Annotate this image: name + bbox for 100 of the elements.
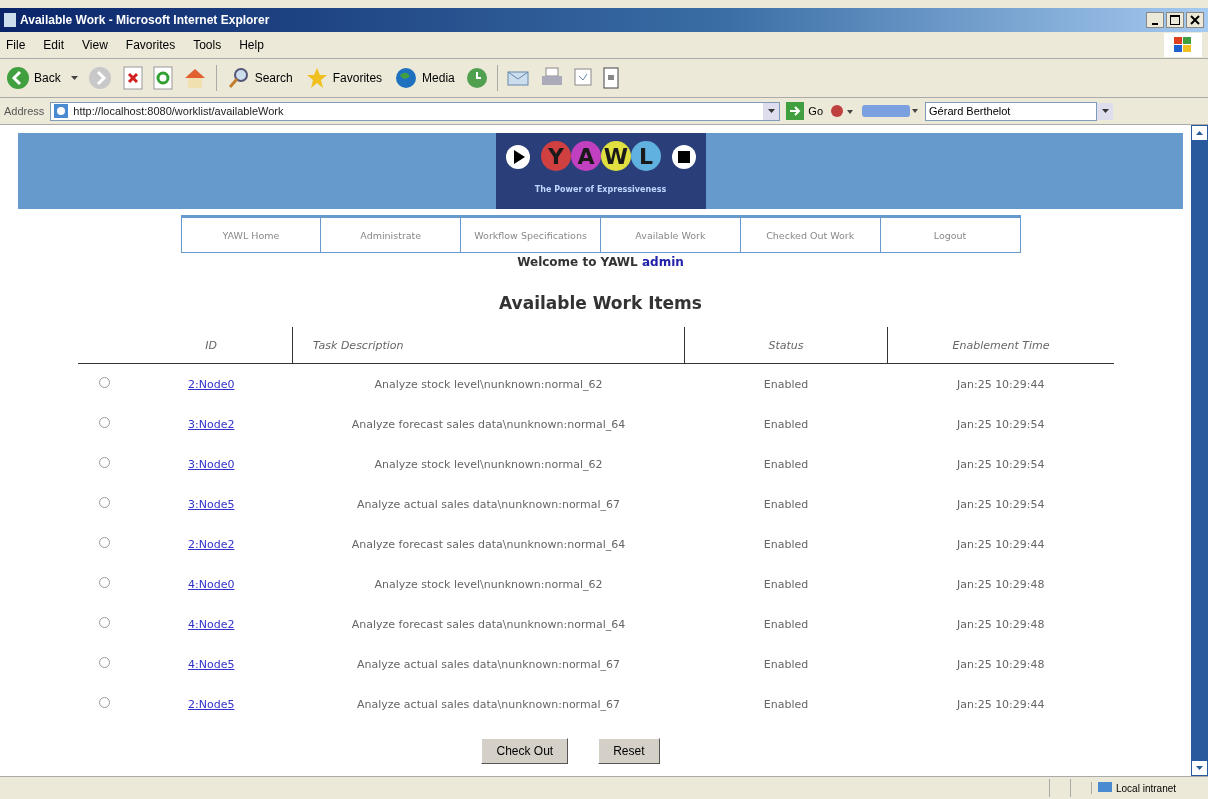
caret-icon	[767, 109, 775, 113]
table-cell: Jan:25 10:29:48	[956, 657, 1045, 671]
media-button[interactable]: Media	[392, 66, 457, 90]
scrollbar[interactable]	[1191, 125, 1208, 776]
table-cell: Jan:25 10:29:44	[956, 537, 1045, 551]
favorites-button[interactable]: Favorites	[302, 66, 385, 90]
nav-tab[interactable]: Logout	[879, 218, 1020, 252]
minimize-button[interactable]	[1146, 12, 1164, 28]
zone-indicator: Local intranet	[1091, 782, 1208, 794]
welcome-text: Welcome to YAWL admin	[516, 255, 685, 269]
close-button[interactable]	[1186, 12, 1204, 28]
refresh-icon[interactable]	[151, 66, 174, 90]
page-heading: Available Work Items	[498, 293, 703, 313]
menu-item[interactable]: File	[6, 38, 26, 52]
scroll-down-button[interactable]	[1192, 761, 1207, 775]
radio-button[interactable]	[98, 497, 110, 508]
table-cell: Enabled	[763, 657, 809, 671]
table-cell: Jan:25 10:29:54	[956, 497, 1045, 511]
window-title: Available Work - Microsoft Internet Explorer	[20, 13, 271, 27]
minimize-icon	[1152, 23, 1158, 25]
table-cell: Jan:25 10:29:44	[956, 377, 1045, 391]
id-link[interactable]: 4:Node5	[188, 657, 235, 671]
table-cell: Analyze actual sales data\nunknown:normal_67	[357, 697, 620, 711]
menu-item[interactable]: Favorites	[125, 38, 176, 52]
table-cell: Enabled	[763, 417, 809, 431]
id-link[interactable]: 3:Node2	[188, 417, 235, 431]
search-icon	[226, 66, 251, 90]
table-cell: Enabled	[763, 697, 809, 711]
menu-item[interactable]: View	[82, 38, 108, 52]
maximize-button[interactable]	[1166, 12, 1184, 28]
column-header: Status	[768, 338, 804, 352]
column-header: Task Description	[313, 338, 404, 352]
scroll-up-button[interactable]	[1192, 126, 1207, 140]
id-link[interactable]: 4:Node2	[188, 617, 235, 631]
stop-icon[interactable]	[121, 66, 144, 90]
table-cell: Analyze actual sales data\nunknown:normal_67	[357, 497, 620, 511]
radio-button[interactable]	[98, 657, 110, 668]
down-arrow-icon	[1196, 766, 1203, 770]
dropdown-button[interactable]	[763, 102, 780, 120]
search-button[interactable]: Search	[224, 66, 295, 90]
search-field[interactable]: Gérard Berthelot	[925, 101, 1098, 121]
address-label: Address	[4, 105, 45, 117]
nav-tab[interactable]: Available Work	[600, 218, 740, 252]
table-cell: Jan:25 10:29:44	[956, 697, 1045, 711]
tagline: The Power of Expressiveness	[534, 185, 667, 194]
back-button[interactable]: Back	[4, 66, 63, 90]
logo-drawing: Y A W L	[495, 133, 706, 185]
table-cell: Analyze forecast sales data\nunknown:normal_64	[351, 417, 626, 431]
nav-tab[interactable]: Workflow Specifications	[460, 218, 600, 252]
id-link[interactable]: 2:Node0	[188, 377, 235, 391]
dropdown-button[interactable]	[1097, 102, 1114, 120]
table-cell: Enabled	[763, 377, 809, 391]
table-cell: Enabled	[763, 497, 809, 511]
menu-item[interactable]: Help	[239, 38, 264, 52]
id-link[interactable]: 4:Node0	[188, 577, 235, 591]
table-cell: Enabled	[763, 457, 809, 471]
radio-button[interactable]	[98, 617, 110, 628]
page-icon	[53, 103, 70, 119]
id-link[interactable]: 2:Node5	[188, 697, 235, 711]
table-cell: Enabled	[763, 617, 809, 631]
up-arrow-icon	[1196, 131, 1203, 135]
nav-tab[interactable]: Checked Out Work	[739, 218, 880, 252]
close-icon	[1190, 15, 1200, 25]
column-header: ID	[205, 338, 217, 352]
nav-tab[interactable]: Administrate	[320, 218, 461, 252]
bug-icon[interactable]	[829, 102, 856, 120]
menu-item[interactable]: Edit	[43, 38, 65, 52]
table-cell: Analyze forecast sales data\nunknown:normal_64	[351, 617, 626, 631]
table-cell: Enabled	[763, 537, 809, 551]
radio-button[interactable]	[98, 417, 110, 428]
radio-button[interactable]	[98, 577, 110, 588]
table-cell: Analyze actual sales data\nunknown:normal_67	[357, 657, 620, 671]
caret-icon	[1101, 109, 1109, 113]
maximize-icon	[1170, 15, 1180, 25]
dropdown-icon[interactable]	[70, 76, 78, 80]
id-link[interactable]: 2:Node2	[188, 537, 235, 551]
table-cell: Jan:25 10:29:54	[956, 417, 1045, 431]
nav-tab[interactable]: YAWL Home	[181, 218, 321, 252]
browser-icon	[4, 13, 16, 27]
table-cell: Analyze stock level\nunknown:normal_62	[374, 457, 603, 471]
discuss-icon[interactable]	[601, 66, 620, 90]
radio-button[interactable]	[98, 377, 110, 388]
radio-button[interactable]	[98, 457, 110, 468]
radio-button[interactable]	[98, 697, 110, 708]
table-cell: Jan:25 10:29:48	[956, 577, 1045, 591]
table-cell: Enabled	[763, 577, 809, 591]
table-cell: Jan:25 10:29:48	[956, 617, 1045, 631]
radio-button[interactable]	[98, 537, 110, 548]
history-icon[interactable]	[464, 66, 489, 90]
id-link[interactable]: 3:Node5	[188, 497, 235, 511]
check-out-button[interactable]: Check Out	[481, 738, 569, 764]
column-header: Enablement Time	[952, 338, 1050, 352]
address-field[interactable]: http://localhost:8080/worklist/availableWork	[50, 101, 781, 121]
table-cell: Analyze stock level\nunknown:normal_62	[374, 377, 603, 391]
reset-button[interactable]: Reset	[598, 738, 660, 764]
menu-item[interactable]: Tools	[193, 38, 222, 52]
table-cell: Analyze forecast sales data\nunknown:normal_64	[351, 537, 626, 551]
globe-icon	[394, 66, 419, 90]
id-link[interactable]: 3:Node0	[188, 457, 235, 471]
table-cell: Jan:25 10:29:54	[956, 457, 1045, 471]
